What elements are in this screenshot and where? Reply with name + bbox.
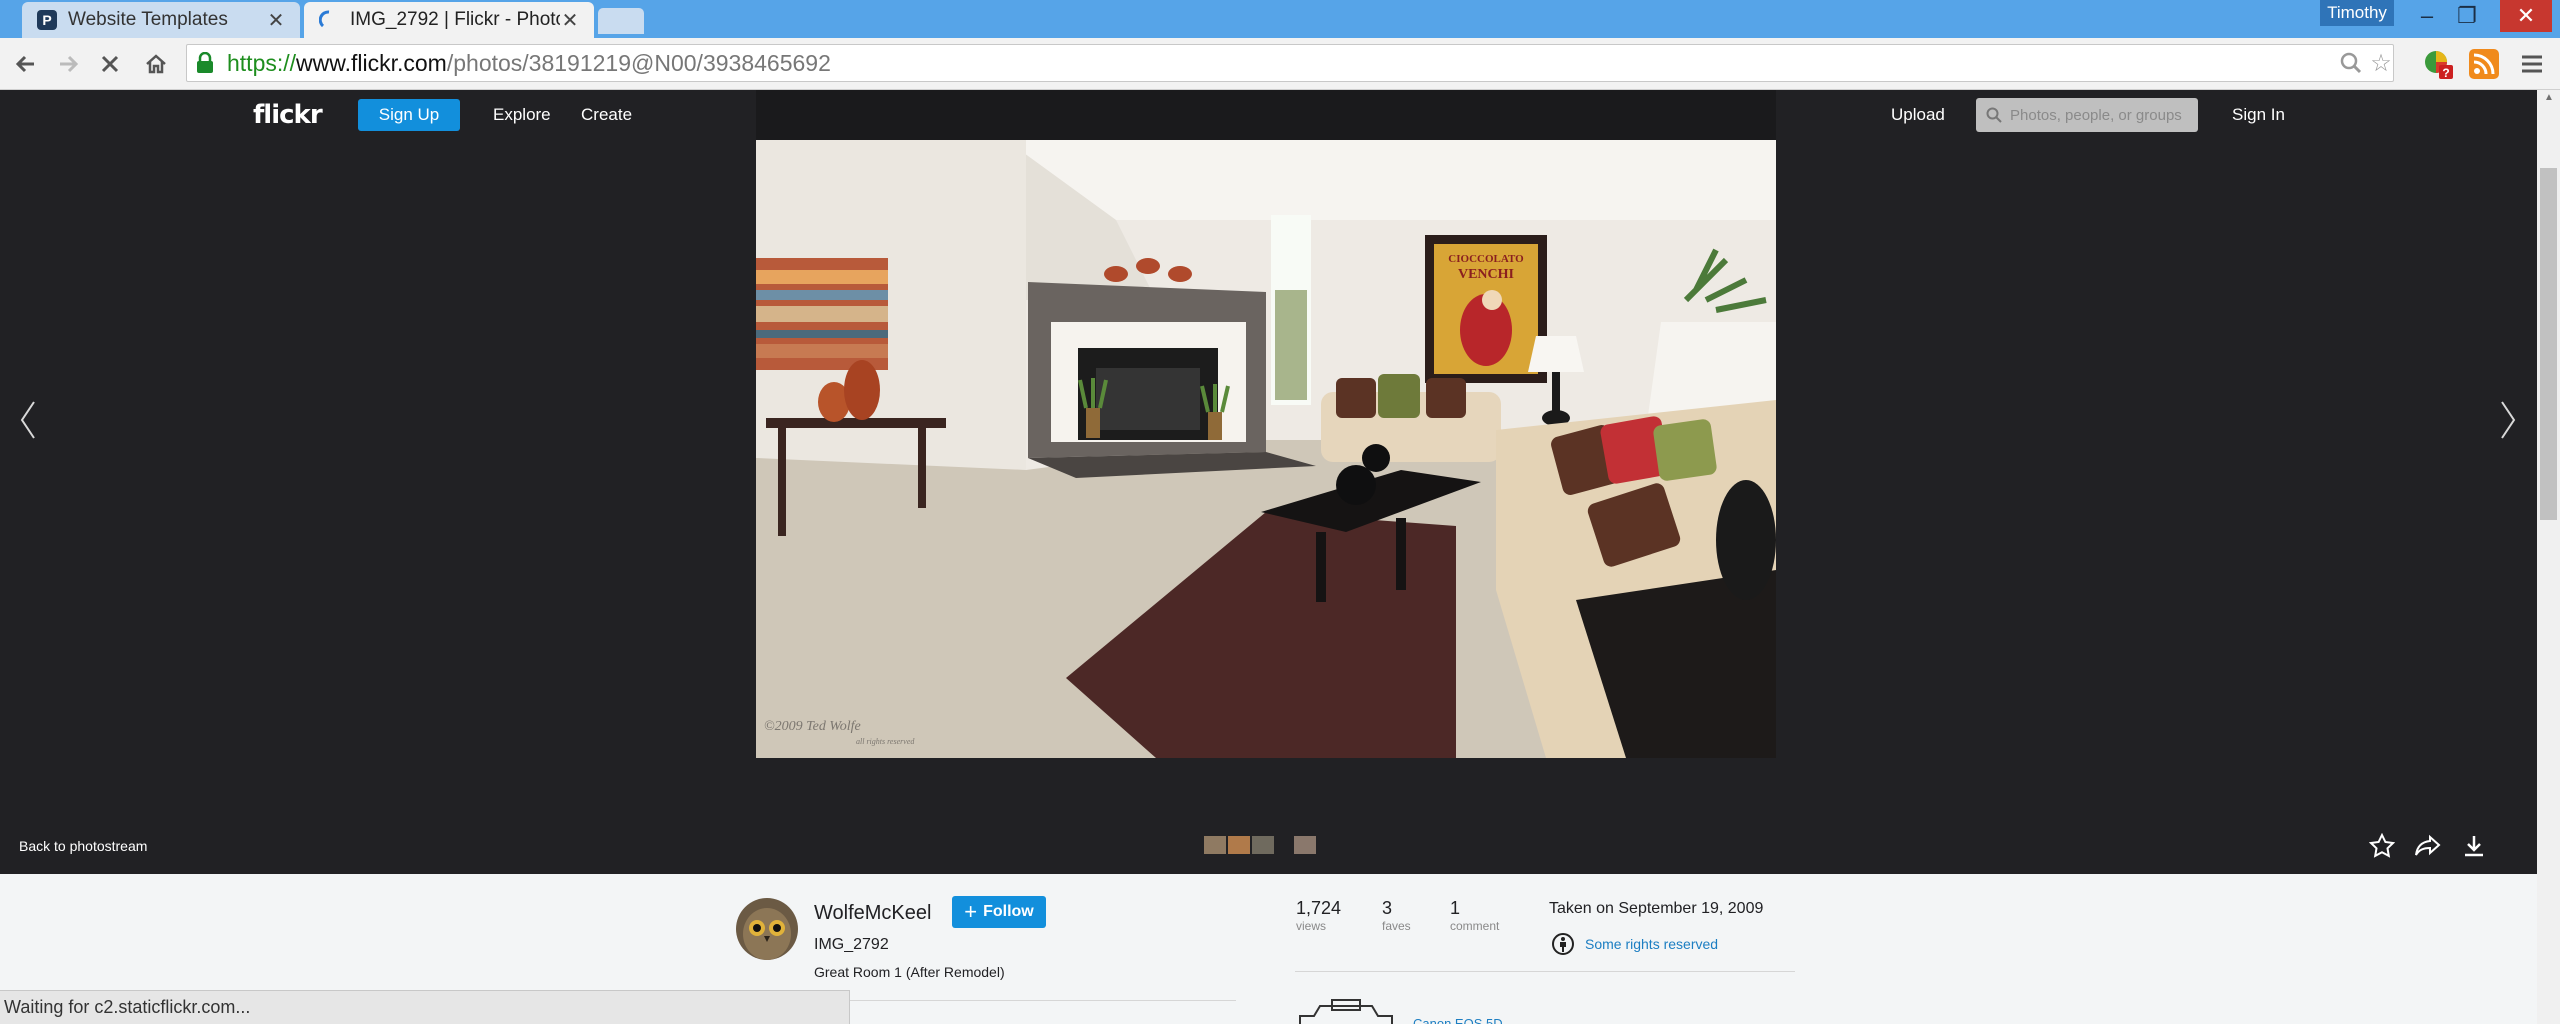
browser-toolbar: https://www.flickr.com/photos/38191219@N… — [0, 38, 2560, 90]
lock-icon — [195, 51, 217, 74]
share-arrow-icon[interactable] — [2412, 830, 2444, 862]
divider — [1295, 971, 1795, 972]
browser-status-bubble: Waiting for c2.staticflickr.com... — [0, 990, 850, 1024]
tab-title: Website Templates — [68, 9, 228, 30]
fave-star-icon[interactable] — [2366, 830, 2398, 862]
url-scheme: https:// — [227, 49, 297, 76]
explore-link[interactable]: Explore — [493, 105, 551, 125]
search-placeholder: Photos, people, or groups — [2010, 106, 2182, 124]
watermark-line1: ©2009 Ted Wolfe — [764, 719, 861, 734]
svg-text:P: P — [42, 12, 51, 28]
back-arrow-icon[interactable] — [8, 46, 44, 82]
search-input[interactable]: Photos, people, or groups — [1976, 98, 2198, 132]
filmstrip-thumbnail[interactable] — [1204, 836, 1226, 854]
license-link[interactable]: Some rights reserved — [1551, 932, 1718, 956]
back-to-photostream-link[interactable]: Back to photostream — [19, 838, 147, 854]
photo-title: IMG_2792 — [814, 936, 889, 953]
comments-stat[interactable]: 1 comment — [1450, 898, 1499, 933]
upload-link[interactable]: Upload — [1891, 105, 1945, 125]
date-taken: Taken on September 19, 2009 — [1549, 900, 1764, 917]
svg-text:?: ? — [2442, 66, 2449, 79]
main-photo[interactable]: CIOCCOLATO VENCHI ©2009 Ted Wolfe all ri… — [756, 140, 1776, 758]
download-icon[interactable] — [2458, 830, 2490, 862]
flickr-logo[interactable]: flickr — [253, 100, 323, 130]
menu-hamburger-icon[interactable] — [2516, 48, 2548, 80]
maximize-icon[interactable]: ❐ — [2448, 0, 2486, 32]
follow-button[interactable]: + Follow — [952, 896, 1046, 928]
browser-tab-bar: P Website Templates ✕ IMG_2792 | Flickr … — [0, 0, 2560, 38]
tab-title: IMG_2792 | Flickr - Photo — [350, 9, 560, 30]
header-center-band — [756, 90, 1776, 140]
stop-loading-icon[interactable] — [92, 46, 128, 82]
tab-flickr-photo[interactable]: IMG_2792 | Flickr - Photo ✕ — [304, 2, 594, 38]
tab-close-icon[interactable]: ✕ — [266, 8, 286, 33]
filmstrip-thumbnail[interactable] — [1252, 836, 1274, 854]
minimize-icon[interactable]: – — [2408, 0, 2446, 32]
photo-description: Great Room 1 (After Remodel) — [814, 964, 1005, 980]
zoom-search-icon[interactable] — [2337, 49, 2365, 77]
faves-stat: 3 faves — [1382, 898, 1411, 933]
poster-text-line2: VENCHI — [1458, 267, 1514, 282]
home-icon[interactable] — [138, 46, 174, 82]
tab-close-icon[interactable]: ✕ — [560, 8, 580, 33]
address-bar[interactable]: https://www.flickr.com/photos/38191219@N… — [186, 44, 2394, 82]
close-window-icon[interactable]: ✕ — [2500, 0, 2552, 32]
divider — [814, 1000, 1236, 1001]
plus-icon: + — [964, 899, 978, 924]
url-host: www.flickr.com — [296, 49, 447, 76]
owner-avatar[interactable] — [736, 898, 798, 960]
stat-value: 1 — [1450, 898, 1461, 918]
photostream-filmstrip — [1204, 836, 1316, 854]
rss-feed-icon[interactable] — [2468, 48, 2500, 80]
flickr-header: flickr Sign Up Explore Create Upload Pho… — [0, 90, 2537, 140]
views-stat: 1,724 views — [1296, 898, 1341, 933]
next-photo-arrow-icon[interactable] — [2488, 390, 2528, 450]
new-tab-button[interactable] — [598, 8, 644, 34]
url-path: /photos/38191219@N00/3938465692 — [446, 49, 831, 76]
templates-favicon-icon: P — [36, 9, 58, 31]
sign-in-link[interactable]: Sign In — [2232, 105, 2285, 125]
stat-label: comment — [1450, 919, 1500, 933]
extension-colorful-icon[interactable]: ? — [2422, 48, 2454, 80]
camera-icon — [1296, 998, 1396, 1024]
camera-model-link[interactable]: Canon EOS 5D — [1413, 1016, 1503, 1024]
creative-commons-icon — [1552, 933, 1574, 955]
bookmark-star-icon[interactable]: ☆ — [2367, 49, 2395, 77]
follow-label: Follow — [983, 903, 1034, 920]
tab-website-templates[interactable]: P Website Templates ✕ — [22, 2, 300, 38]
profile-badge[interactable]: Timothy — [2320, 0, 2394, 26]
search-icon — [1986, 107, 2002, 123]
stat-value: 1,724 — [1296, 898, 1342, 918]
sign-up-button[interactable]: Sign Up — [358, 99, 460, 131]
filmstrip-thumbnail[interactable] — [1228, 836, 1250, 854]
create-link[interactable]: Create — [581, 105, 632, 125]
forward-arrow-icon[interactable] — [50, 46, 86, 82]
poster-text-line1: CIOCCOLATO — [1448, 253, 1524, 265]
stat-value: 3 — [1382, 898, 1393, 918]
previous-photo-arrow-icon[interactable] — [8, 390, 48, 450]
scrollbar-thumb[interactable] — [2540, 168, 2557, 520]
scroll-up-arrow-icon[interactable]: ▲ — [2541, 92, 2557, 108]
owner-name-link[interactable]: WolfeMcKeel — [814, 902, 931, 925]
filmstrip-thumbnail[interactable] — [1294, 836, 1316, 854]
loading-spinner-icon — [318, 9, 340, 31]
license-label: Some rights reserved — [1585, 936, 1719, 952]
photo-stage: CIOCCOLATO VENCHI ©2009 Ted Wolfe all ri… — [0, 140, 2537, 874]
stat-label: faves — [1382, 919, 1411, 933]
watermark-line2: all rights reserved — [856, 737, 915, 746]
stat-label: views — [1296, 919, 1327, 933]
